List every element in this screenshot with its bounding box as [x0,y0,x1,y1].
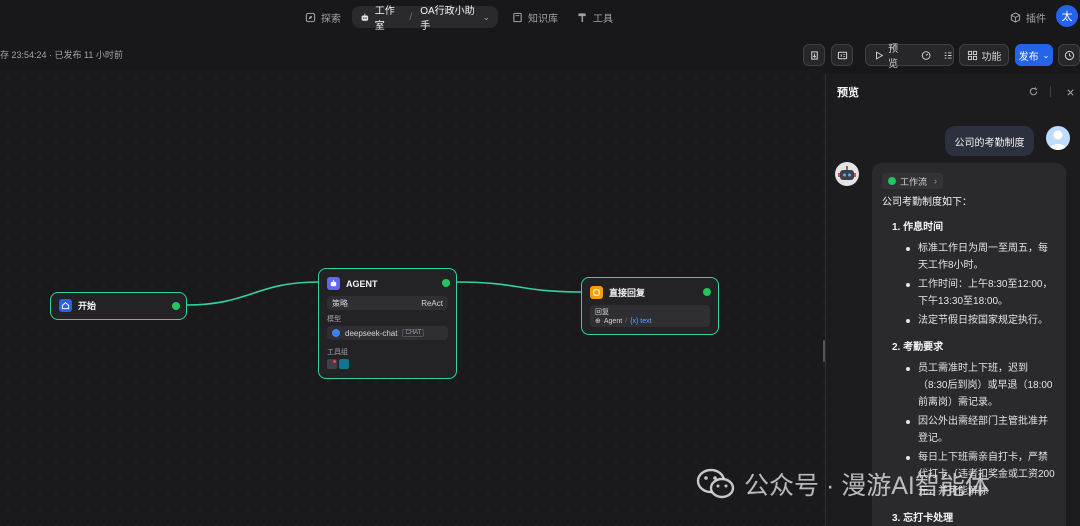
node-agent-title: AGENT [346,278,378,289]
list-item: 标准工作日为周一至周五，每天工作8小时。 [906,240,1056,274]
tool-red-icon [327,359,337,369]
preview-button-label: 预览 [888,44,899,70]
grid-icon [967,50,977,60]
user-avatar-top[interactable]: 太 [1056,5,1078,27]
app-name: OA行政小助手 [420,6,475,32]
list-item: 法定节假日按国家规定执行。 [906,312,1056,329]
tools-label: 工具组 [327,349,348,356]
strategy-label: 策略 [332,298,348,308]
node-direct-reply[interactable]: 直接回复 回复 ⊕ Agent / {x} text [581,277,719,335]
check-status-icon [442,279,450,287]
preview-panel: 预览 公司的考勤制度 工作流 › 公司考勤制度如下： 1. 作息时间 标准工作日… [825,74,1080,526]
node-agent[interactable]: AGENT 策略 ReAct 模型 deepseek-chat CHAT 工具组 [318,268,457,379]
close-icon[interactable] [1066,88,1075,97]
agent-icon [327,277,340,290]
function-button-label: 功能 [981,51,1002,63]
list-item: 员工需准时上下班，迟到（8:30后到岗）或早退（18:00前离岗）需记录。 [906,360,1056,411]
workflow-chip[interactable]: 工作流 › [882,173,944,189]
variable-icon [837,51,847,59]
play-icon [876,50,884,60]
reply-label: 回复 [595,309,609,316]
reply-source: Agent [603,317,623,325]
nav-explore[interactable]: 探索 [305,7,341,27]
check-icon [888,177,896,185]
nav-plugins-label: 插件 [1026,13,1046,25]
user-avatar-icon [1046,126,1070,150]
workspace-switcher[interactable]: 工作室 / OA行政小助手 ⌄ [352,6,498,32]
check-status-icon [703,288,711,296]
publish-button-label: 发布 [1018,51,1039,63]
node-start-title: 开始 [78,301,97,311]
section-title: 2. 考勤要求 [892,342,944,353]
history-icon [1064,50,1074,60]
breadcrumb-separator: / [409,11,413,23]
import-button[interactable] [803,44,825,66]
watermark-text: 公众号 · 漫游AI智能体 [744,472,990,500]
save-status: 存 23:54:24 · 已发布 11 小时前 [0,50,123,60]
publish-button[interactable]: 发布 ⌄ [1015,44,1053,66]
model-label: 模型 [327,316,341,323]
tool-blue-icon [339,359,349,369]
wechat-logo-icon [696,468,735,499]
list-item: 因公外出需经部门主管批准并登记。 [906,413,1056,447]
nav-knowledge-label: 知识库 [528,13,558,25]
nav-knowledge[interactable]: 知识库 [512,7,558,27]
hammer-icon [578,12,586,22]
refresh-icon[interactable] [1028,86,1039,97]
book-icon [513,12,522,22]
workflow-chip-label: 工作流 [900,176,928,187]
reply-content-box: 回复 ⊕ Agent / {x} text [590,305,710,327]
watermark: 公众号 · 漫游AI智能体 [696,466,990,502]
list-item: 工作时间：上午8:30至12:00，下午13:30至18:00。 [906,276,1056,310]
import-icon [810,50,818,60]
nav-tools[interactable]: 工具 [577,7,613,27]
robot-icon [361,13,369,21]
reply-icon [590,286,603,299]
strategy-row: 策略 ReAct [327,296,448,310]
reply-variable: ⊕ Agent / {x} text [595,317,705,326]
section-title: 3. 忘打卡处理 [892,513,954,524]
nav-plugins[interactable]: 插件 [1010,7,1046,27]
section-title: 1. 作息时间 [892,222,944,233]
reply-var: {x} text [630,317,652,325]
answer-intro: 公司考勤制度如下： [882,197,972,208]
chevron-down-icon: ⌄ [1042,50,1050,60]
version-history-button[interactable] [1058,44,1080,66]
divider [1050,86,1051,97]
user-message-bubble: 公司的考勤制度 [945,126,1034,156]
explore-icon [305,12,316,22]
bot-avatar-icon [835,162,859,186]
answer-section: 1. 作息时间 标准工作日为周一至周五，每天工作8小时。 工作时间：上午8:30… [882,218,1056,329]
chevron-right-icon: › [934,176,938,186]
user-message: 公司的考勤制度 [954,137,1025,149]
agent-small-icon: ⊕ [595,318,601,325]
separator: / [625,317,628,325]
node-start[interactable]: 开始 [50,292,187,320]
model-row: deepseek-chat CHAT [327,326,448,340]
preview-button[interactable]: 预览 [874,40,907,70]
function-button[interactable]: 功能 [959,44,1009,66]
avatar-initial: 太 [1061,11,1073,23]
preview-title: 预览 [837,87,859,99]
env-variable-button[interactable] [831,44,853,66]
checklist-icon[interactable] [943,50,953,61]
deepseek-logo-icon [332,329,340,337]
run-history-icon[interactable] [921,50,931,61]
preview-toolbar-group: 预览 [865,44,954,70]
model-name: deepseek-chat [345,328,398,338]
node-reply-title: 直接回复 [609,288,646,298]
tool-list [327,359,448,369]
model-tag: CHAT [402,329,425,337]
workspace-label: 工作室 [374,6,395,32]
nav-tools-label: 工具 [593,13,613,25]
answer-section: 3. 忘打卡处理 [882,509,1056,524]
top-navigation: 探索 工作室 / OA行政小助手 ⌄ 知识库 工具 插件 太 [0,0,1080,34]
nav-explore-label: 探索 [321,13,341,25]
cube-icon [1010,11,1021,23]
section-list: 标准工作日为周一至周五，每天工作8小时。 工作时间：上午8:30至12:00，下… [906,240,1056,329]
check-status-icon [172,302,180,310]
strategy-value: ReAct [421,298,443,308]
chevron-down-icon: ⌄ [482,11,490,22]
home-icon [59,299,72,312]
